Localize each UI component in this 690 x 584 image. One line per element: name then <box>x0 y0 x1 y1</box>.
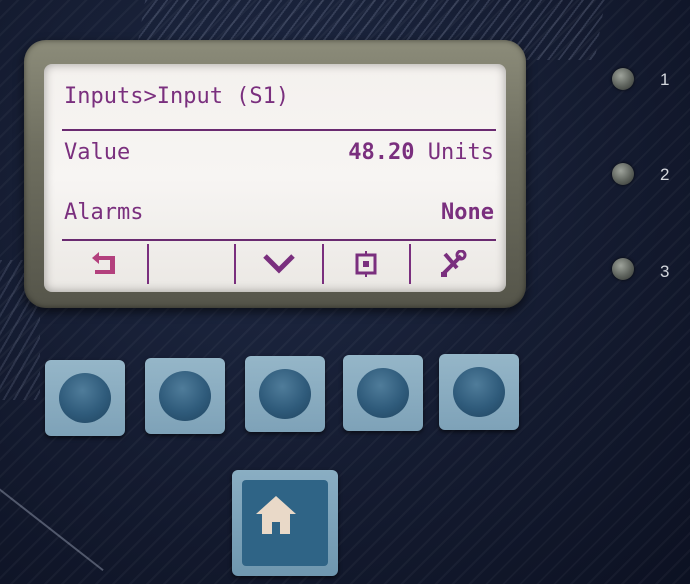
status-led-1 <box>612 68 634 90</box>
softkey-select <box>324 244 411 284</box>
status-led-3 <box>612 258 634 280</box>
value-number: 48.20 <box>348 140 415 165</box>
lcd-screen: Inputs>Input (S1) Value 48.20 Units Alar… <box>44 64 506 292</box>
softkey-button-4[interactable] <box>343 355 423 431</box>
alarms-row: Alarms None <box>64 200 494 225</box>
led-label-2: 2 <box>660 165 670 184</box>
softkey-button-3[interactable] <box>245 356 325 432</box>
panel-diagonal-line <box>0 470 104 572</box>
value-unit: Units <box>427 140 494 165</box>
breadcrumb: Inputs>Input (S1) <box>64 84 290 109</box>
softkey-back <box>62 244 150 284</box>
home-icon <box>256 496 296 534</box>
status-led-2 <box>612 163 634 185</box>
divider <box>62 129 496 131</box>
tools-icon <box>441 250 467 277</box>
softkey-down <box>236 244 324 284</box>
alarms-value: None <box>441 200 494 225</box>
back-arrow-icon <box>91 252 115 274</box>
value-label: Value <box>64 140 131 165</box>
alarms-label: Alarms <box>64 200 144 225</box>
led-label-3: 3 <box>660 262 670 281</box>
home-button[interactable] <box>232 470 338 576</box>
softkey-button-2[interactable] <box>145 358 225 434</box>
softkey-empty <box>149 244 237 284</box>
divider <box>62 239 496 241</box>
led-label-1: 1 <box>660 70 670 89</box>
softkey-button-1[interactable] <box>45 360 125 436</box>
softkey-bar <box>62 244 496 284</box>
softkey-button-5[interactable] <box>439 354 519 430</box>
value-row: Value 48.20 Units <box>64 140 494 165</box>
softkey-tools <box>411 244 496 284</box>
select-icon <box>355 251 377 277</box>
chevron-down-icon <box>263 254 295 274</box>
